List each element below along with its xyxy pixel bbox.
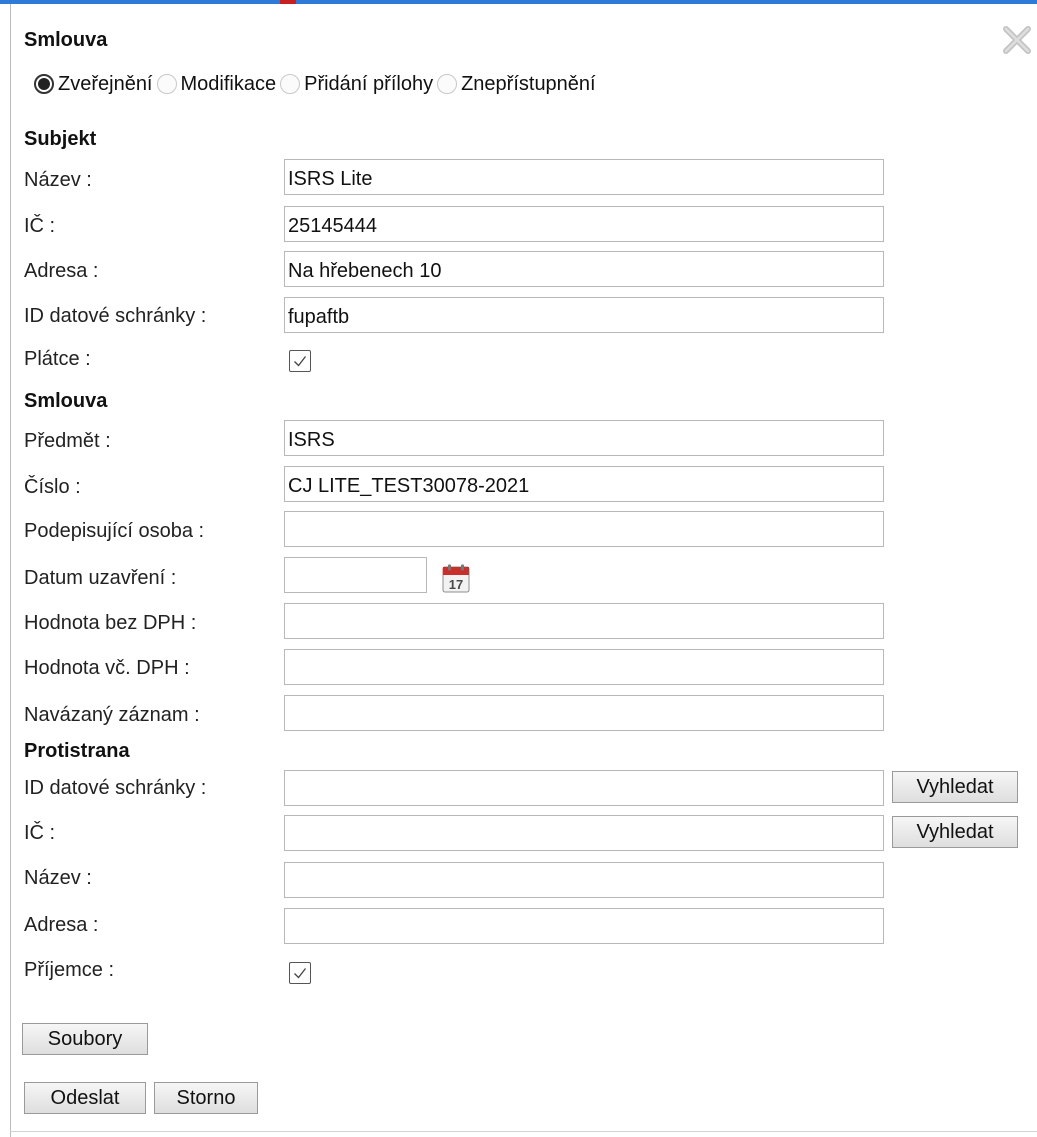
cislo-input[interactable]: CJ LITE_TEST30078-2021 bbox=[284, 466, 884, 502]
subjekt-adresa-label: Adresa : bbox=[24, 260, 99, 282]
dialog-left-border bbox=[10, 4, 11, 1137]
radio-label: Znepřístupnění bbox=[461, 72, 596, 95]
platce-checkbox[interactable] bbox=[289, 350, 311, 372]
calendar-icon[interactable]: 17 bbox=[440, 563, 472, 595]
protistrana-ds-input[interactable] bbox=[284, 770, 884, 806]
protistrana-nazev-input[interactable] bbox=[284, 862, 884, 898]
radio-button[interactable] bbox=[34, 74, 54, 94]
hodnota-bez-dph-input[interactable] bbox=[284, 603, 884, 639]
radio-znepristupneni[interactable]: Znepřístupnění bbox=[437, 73, 596, 96]
protistrana-nazev-label: Název : bbox=[24, 867, 92, 889]
hodnota-bez-dph-label: Hodnota bez DPH : bbox=[24, 612, 197, 634]
subjekt-ic-label: IČ : bbox=[24, 215, 56, 237]
section-protistrana: Protistrana bbox=[24, 740, 130, 762]
podepisujici-osoba-label: Podepisující osoba : bbox=[24, 520, 205, 542]
radio-label: Modifikace bbox=[180, 72, 277, 95]
calendar-day-number: 17 bbox=[449, 577, 463, 592]
vyhledat-ic-button[interactable]: Vyhledat bbox=[892, 816, 1018, 848]
protistrana-adresa-label: Adresa : bbox=[24, 914, 99, 936]
prijemce-label: Příjemce : bbox=[24, 959, 115, 981]
subjekt-ic-input[interactable]: 25145444 bbox=[284, 206, 884, 242]
navazany-zaznam-label: Navázaný záznam : bbox=[24, 704, 200, 726]
subjekt-ds-input[interactable]: fupaftb bbox=[284, 297, 884, 333]
protistrana-ic-input[interactable] bbox=[284, 815, 884, 851]
odeslat-button[interactable]: Odeslat bbox=[24, 1082, 146, 1114]
predmet-label: Předmět : bbox=[24, 430, 111, 452]
action-radio-group: Zveřejnění Modifikace Přidání přílohy Zn… bbox=[34, 70, 600, 98]
datum-uzavreni-input[interactable] bbox=[284, 557, 427, 593]
protistrana-ds-label: ID datové schránky : bbox=[24, 777, 207, 799]
radio-modifikace[interactable]: Modifikace bbox=[156, 72, 277, 96]
window-top-bar bbox=[0, 0, 1037, 4]
radio-button[interactable] bbox=[156, 74, 177, 94]
radio-button[interactable] bbox=[280, 74, 301, 94]
subjekt-ds-label: ID datové schránky : bbox=[24, 305, 207, 327]
protistrana-ic-label: IČ : bbox=[24, 822, 56, 844]
podepisujici-osoba-input[interactable] bbox=[284, 511, 884, 547]
subjekt-nazev-label: Název : bbox=[24, 169, 92, 191]
navazany-zaznam-input[interactable] bbox=[284, 695, 884, 731]
checkmark-icon bbox=[294, 356, 307, 367]
cislo-label: Číslo : bbox=[24, 476, 81, 498]
soubory-button[interactable]: Soubory bbox=[22, 1023, 148, 1055]
subjekt-nazev-input[interactable]: ISRS Lite bbox=[284, 159, 884, 195]
section-smlouva: Smlouva bbox=[24, 390, 108, 412]
radio-zverejneni[interactable]: Zveřejnění bbox=[34, 73, 153, 96]
prijemce-checkbox[interactable] bbox=[289, 962, 311, 984]
checkmark-icon bbox=[294, 968, 307, 979]
top-bar-marker bbox=[280, 0, 296, 4]
dialog-bottom-border bbox=[10, 1131, 1037, 1132]
close-icon[interactable] bbox=[998, 21, 1036, 59]
radio-label: Přidání přílohy bbox=[304, 72, 434, 95]
section-subjekt: Subjekt bbox=[24, 128, 97, 150]
hodnota-vc-dph-label: Hodnota vč. DPH : bbox=[24, 657, 190, 679]
radio-pridani-prilohy[interactable]: Přidání přílohy bbox=[280, 73, 433, 96]
vyhledat-ds-button[interactable]: Vyhledat bbox=[892, 771, 1018, 803]
radio-label: Zveřejnění bbox=[58, 72, 153, 95]
dialog-title: Smlouva bbox=[24, 29, 108, 51]
subjekt-adresa-input[interactable]: Na hřebenech 10 bbox=[284, 251, 884, 287]
storno-button[interactable]: Storno bbox=[154, 1082, 258, 1114]
predmet-input[interactable]: ISRS bbox=[284, 420, 884, 456]
radio-button[interactable] bbox=[437, 74, 458, 94]
datum-uzavreni-label: Datum uzavření : bbox=[24, 567, 177, 589]
protistrana-adresa-input[interactable] bbox=[284, 908, 884, 944]
hodnota-vc-dph-input[interactable] bbox=[284, 649, 884, 685]
platce-label: Plátce : bbox=[24, 348, 91, 370]
